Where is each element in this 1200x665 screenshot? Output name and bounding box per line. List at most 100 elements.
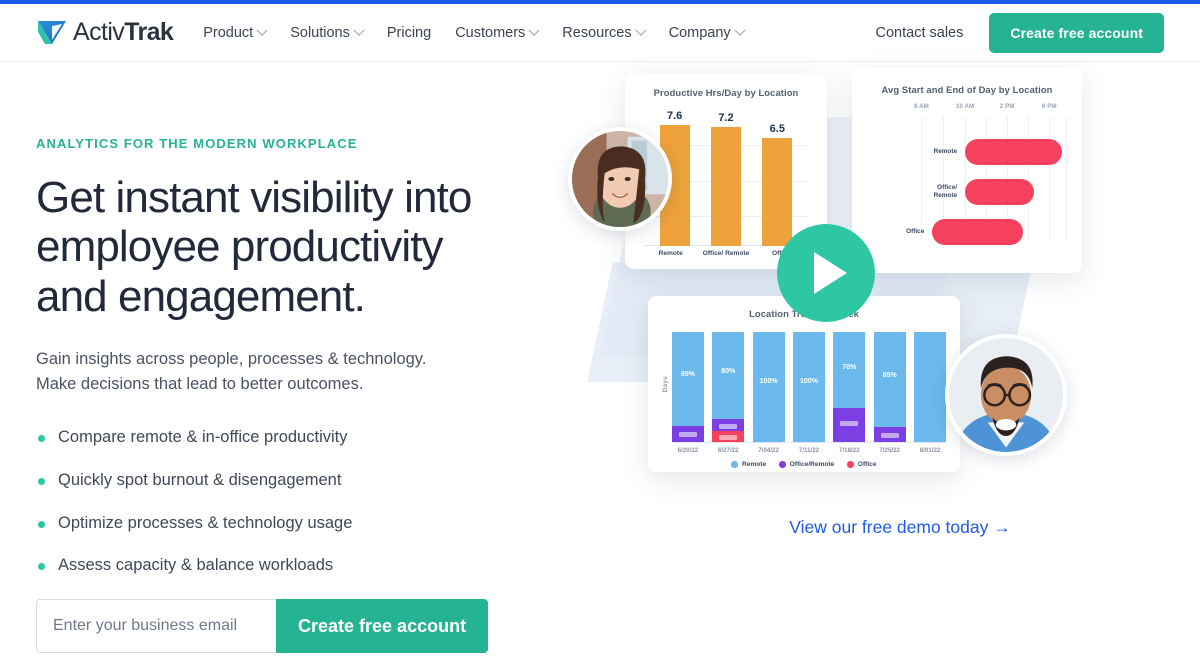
segment-remote: 80% (712, 332, 745, 419)
nav-label: Customers (455, 24, 526, 41)
site-header: ActivTrak Product Solutions Pricing Cust… (0, 4, 1200, 62)
segment-remote (914, 332, 946, 442)
nav-label: Resources (562, 24, 632, 41)
legend-item-office: Office (847, 461, 877, 468)
segment-remote: 85% (672, 332, 704, 426)
segment-value-label (880, 432, 899, 438)
list-item: Optimize processes & technology usage (36, 514, 600, 534)
legend-label: Office (857, 461, 877, 468)
legend-swatch-icon (779, 461, 786, 468)
hero-section: ANALYTICS FOR THE MODERN WORKPLACE Get i… (0, 62, 1200, 665)
chevron-down-icon (528, 24, 540, 36)
nav-item-solutions[interactable]: Solutions (290, 24, 365, 41)
x-tick-label: 7/11/22 (798, 447, 820, 454)
view-demo-link[interactable]: View our free demo today → (600, 517, 1200, 538)
segment-value-label (840, 420, 859, 426)
stacked-bar-chart: Days 85% 80% 100% 100% 70% 85% (662, 325, 946, 443)
chart-title: Productive Hrs/Day by Location (653, 87, 799, 98)
nav-item-resources[interactable]: Resources (562, 24, 647, 41)
segment-office-remote (712, 418, 745, 432)
bar-value-label: 7.2 (718, 111, 734, 124)
hero-subhead-line1: Gain insights across people, processes &… (36, 349, 427, 368)
nav-label: Company (668, 24, 731, 41)
range-bar (965, 179, 1034, 205)
list-item: Quickly spot burnout & disengagement (36, 471, 600, 491)
x-tick-label: 6 PM (1041, 103, 1057, 110)
page-title: Get instant visibility into employee pro… (36, 173, 472, 321)
stacked-bar-group: 100% (752, 325, 785, 442)
hero-subhead: Gain insights across people, processes &… (36, 347, 476, 398)
legend-swatch-icon (847, 461, 854, 468)
chevron-down-icon (256, 24, 268, 36)
nav-item-pricing[interactable]: Pricing (387, 25, 431, 41)
main-navigation: Product Solutions Pricing Customers Reso… (203, 24, 746, 41)
segment-office-remote (833, 408, 866, 442)
hero-copy: ANALYTICS FOR THE MODERN WORKPLACE Get i… (0, 62, 600, 665)
y-tick-label: Remote (933, 148, 958, 155)
legend-item-remote: Remote (731, 461, 766, 468)
nav-label: Product (203, 24, 254, 41)
x-tick-label: 6/27/22 (717, 447, 739, 454)
stacked-bar-group: 80% (712, 325, 745, 442)
stacked-bar-group: 85% (672, 325, 704, 442)
list-item: Compare remote & in-office productivity (36, 428, 600, 448)
x-tick-label: 6/20/22 (677, 447, 699, 454)
nav-label: Solutions (290, 24, 350, 41)
x-tick-label: 7/25/22 (879, 447, 901, 454)
stacked-bar-group: 85% (873, 325, 906, 442)
range-bar (965, 139, 1062, 165)
segment-value-label: 80% (721, 368, 736, 376)
segment-office (712, 431, 745, 442)
form-create-free-account-button[interactable]: Create free account (276, 599, 489, 654)
range-bar-group: Office/ Remote (934, 179, 1034, 205)
header-actions: Contact sales Create free account (876, 12, 1164, 53)
nav-item-customers[interactable]: Customers (455, 24, 540, 41)
chart-title: Avg Start and End of Day by Location (881, 84, 1053, 95)
logo-word-trak: Trak (124, 18, 174, 46)
y-tick-label: Office (906, 228, 925, 235)
range-chart: 6 AM 10 AM 2 PM 6 PM Remote Office/ Remo… (866, 103, 1068, 255)
chart-legend: Remote Office/Remote Office (658, 461, 950, 468)
segment-remote: 100% (793, 332, 825, 442)
play-video-button[interactable] (777, 224, 875, 322)
activtrak-logo[interactable]: ActivTrak (36, 18, 174, 47)
benefits-list: Compare remote & in-office productivity … (36, 428, 600, 576)
range-bar-group: Office (906, 219, 1023, 245)
range-bar (932, 219, 1023, 245)
bar (762, 138, 793, 246)
nav-item-company[interactable]: Company (668, 24, 746, 41)
play-icon (814, 252, 847, 294)
chart-card-avg-start-end: Avg Start and End of Day by Location 6 A… (852, 68, 1082, 273)
avatar (945, 334, 1067, 456)
axis-line (672, 442, 946, 443)
range-bar-group: Remote (934, 139, 1062, 165)
gridline (921, 117, 923, 241)
segment-value-label: 85% (882, 371, 897, 379)
list-item: Assess capacity & balance workloads (36, 556, 600, 576)
nav-label: Pricing (386, 24, 432, 41)
logo-wordmark: ActivTrak (73, 18, 174, 47)
legend-label: Remote (741, 461, 767, 468)
nav-item-product[interactable]: Product (203, 24, 268, 41)
x-tick-label: Office/ Remote (702, 250, 750, 257)
bar-value-label: 7.6 (667, 110, 683, 122)
x-tick-label: 2 PM (999, 103, 1015, 110)
email-field[interactable] (36, 599, 276, 654)
stacked-bars: 85% 80% 100% 100% 70% 85% (672, 325, 946, 443)
segment-remote: 85% (873, 332, 906, 427)
segment-remote: 100% (752, 332, 785, 442)
segment-remote: 70% (833, 332, 866, 409)
avatar-man-photo (949, 338, 1063, 452)
segment-value-label (678, 431, 697, 437)
contact-sales-link[interactable]: Contact sales (876, 25, 964, 41)
logo-word-activ: Activ (73, 18, 125, 46)
header-create-free-account-button[interactable]: Create free account (989, 12, 1164, 53)
logo-triangle-icon (38, 20, 66, 44)
segment-value-label: 100% (800, 378, 818, 386)
y-tick-label: Office/ Remote (933, 184, 958, 199)
segment-value-label (719, 435, 738, 441)
x-tick-label: 10 AM (955, 103, 975, 110)
segment-value-label (719, 423, 738, 429)
bar-group: 7.2 (703, 110, 749, 246)
segment-value-label: 70% (842, 363, 857, 371)
